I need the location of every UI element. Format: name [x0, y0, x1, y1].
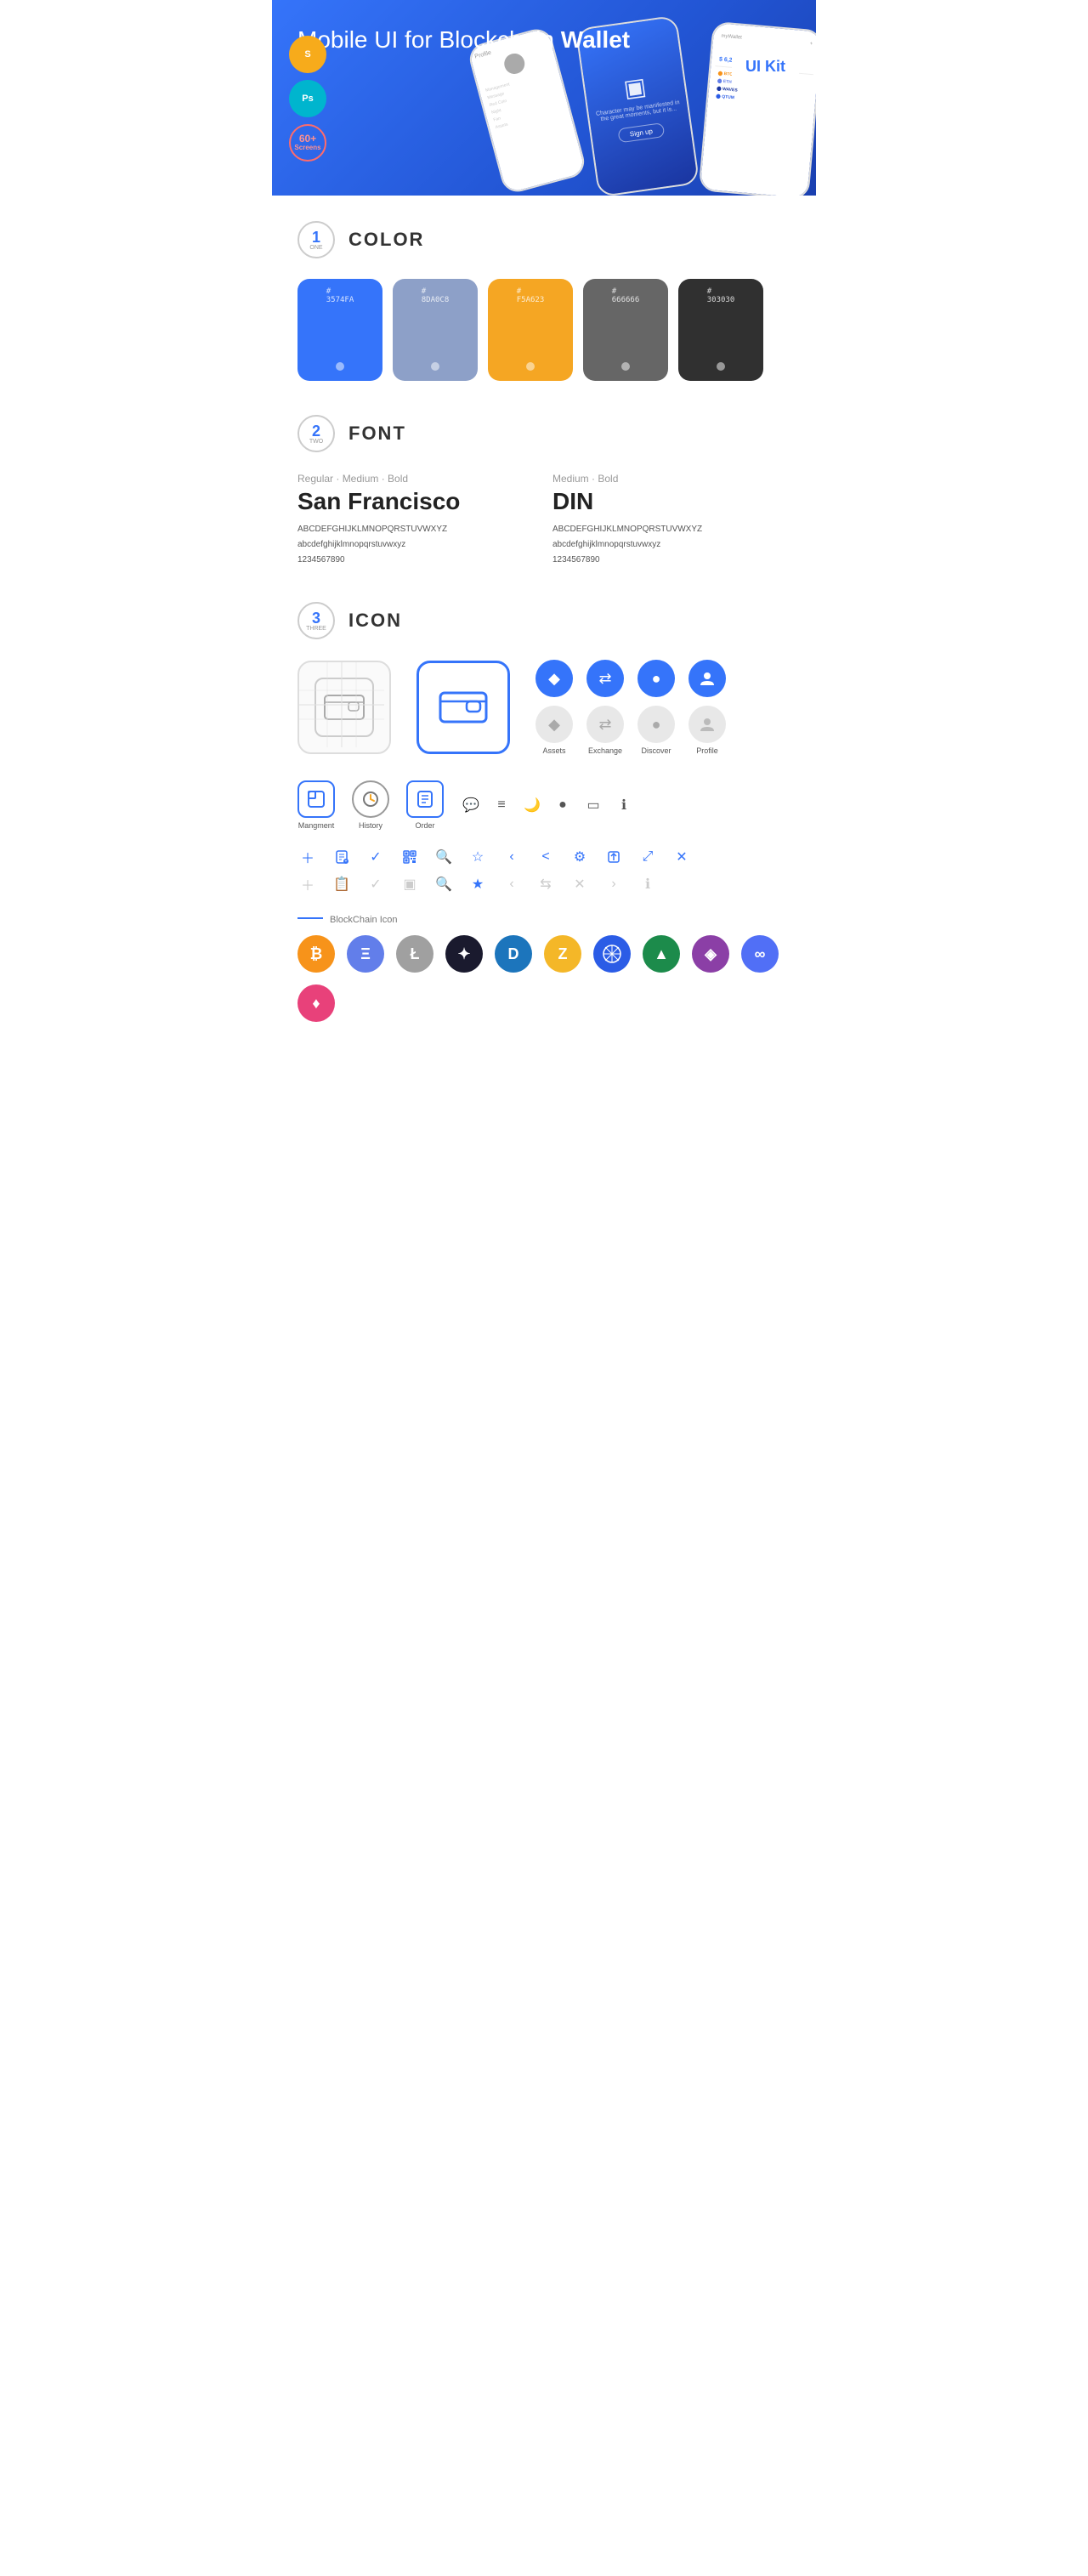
- divider-line: [298, 917, 323, 919]
- misc-icons: 💬 ≡ 🌙 ● ▭ ℹ: [461, 795, 634, 815]
- search-icon: 🔍: [434, 847, 454, 867]
- exchange-nav-item: ⇄ ⇄ Exchange: [586, 660, 624, 755]
- dark-coin-icon: ✦: [445, 935, 483, 973]
- order-icon-item: Order: [406, 780, 444, 830]
- font-grid: Regular · Medium · Bold San Francisco AB…: [298, 473, 790, 568]
- qr-icon-gray: ▣: [400, 874, 420, 894]
- svg-text:+: +: [345, 860, 348, 865]
- moon-icon: 🌙: [522, 795, 542, 815]
- circle-icon: ●: [552, 795, 573, 815]
- color-title: COLOR: [348, 229, 424, 251]
- close-icon: ✕: [672, 847, 692, 867]
- color-section-header: 1 ONE COLOR: [298, 221, 790, 258]
- band-icon: ∞: [741, 935, 779, 973]
- chat-icon: 💬: [461, 795, 481, 815]
- star-icon-active: ★: [468, 874, 488, 894]
- history-icon-item: History: [352, 780, 389, 830]
- plus-icon-gray: ＋: [298, 874, 318, 894]
- management-icon-item: Mangment: [298, 780, 335, 830]
- ps-badge: Ps: [289, 80, 326, 117]
- swatch-gray: #666666: [583, 279, 668, 381]
- font-section-header: 2 TWO FONT: [298, 415, 790, 452]
- info-icon-gray: ℹ: [638, 874, 658, 894]
- check-icon: ✓: [366, 847, 386, 867]
- back-icon: ‹: [502, 847, 522, 867]
- back-icon-gray: ‹: [502, 874, 522, 894]
- qtum-icon: [593, 935, 631, 973]
- search-icon-gray: 🔍: [434, 874, 454, 894]
- swatch-slate: #8DA0C8: [393, 279, 478, 381]
- bottom-nav-icons: Mangment History: [298, 780, 790, 830]
- wallet-icon: ▣: [621, 71, 648, 102]
- settings-icon: ⚙: [570, 847, 590, 867]
- swatch-blue: #3574FA: [298, 279, 382, 381]
- crypto-icons-row: ₿ Ξ Ł ✦ D Z ▲ ◈: [298, 935, 790, 1022]
- stack-icon: ≡: [491, 795, 512, 815]
- icon-showcase: ◆ ◆ Assets ⇄ ⇄ Exchange ● ● Discover: [298, 660, 790, 755]
- profile-nav-item: Profile: [688, 660, 726, 755]
- speech-icon: ▭: [583, 795, 604, 815]
- blockchain-label: BlockChain Icon: [298, 915, 790, 925]
- swatch-orange: #F5A623: [488, 279, 573, 381]
- sketch-badge: S: [289, 36, 326, 73]
- discover-nav-item: ● ● Discover: [638, 660, 675, 755]
- hero-title-normal: Mobile UI for Blockchain: [298, 26, 561, 53]
- icon-title: ICON: [348, 610, 402, 632]
- font-din: Medium · Bold DIN ABCDEFGHIJKLMNOPQRSTUV…: [552, 473, 790, 568]
- icon-section-header: 3 THREE ICON: [298, 602, 790, 639]
- share-icon: <: [536, 847, 556, 867]
- crystal-icon: ◈: [692, 935, 729, 973]
- forward-icon-gray: ›: [604, 874, 624, 894]
- utility-icons-row-1: ＋ + ✓: [298, 847, 790, 867]
- zcash-icon: Z: [544, 935, 581, 973]
- qr-icon: [400, 847, 420, 867]
- assets-nav-item: ◆ ◆ Assets: [536, 660, 573, 755]
- color-swatches: #3574FA #8DA0C8 #F5A623 #666666 #303030: [298, 279, 790, 381]
- star-icon: ☆: [468, 847, 488, 867]
- section-num-1: 1 ONE: [298, 221, 335, 258]
- main-content: 1 ONE COLOR #3574FA #8DA0C8 #F5A623 #666…: [272, 196, 816, 1073]
- screens-badge: 60+ Screens: [289, 124, 326, 162]
- font-section: 2 TWO FONT Regular · Medium · Bold San F…: [298, 415, 790, 568]
- check-icon-gray: ✓: [366, 874, 386, 894]
- info-icon: ℹ: [614, 795, 634, 815]
- hero-title: Mobile UI for Blockchain Wallet: [298, 26, 790, 54]
- dash-icon: D: [495, 935, 532, 973]
- hero-section: Mobile UI for Blockchain Wallet UI Kit S…: [272, 0, 816, 196]
- utility-icons-row-2: ＋ 📋 ✓ ▣ 🔍 ★ ‹ ⇆ ✕ › ℹ: [298, 874, 790, 894]
- resize-icon: ⤢: [638, 847, 658, 867]
- close-icon-gray: ✕: [570, 874, 590, 894]
- history-icon: [352, 780, 389, 818]
- font-title: FONT: [348, 423, 406, 445]
- nav-icons-group: ◆ ◆ Assets ⇄ ⇄ Exchange ● ● Discover: [536, 660, 726, 755]
- note-icon: +: [332, 847, 352, 867]
- ui-kit-badge: UI Kit: [732, 51, 799, 82]
- bitcoin-icon: ₿: [298, 935, 335, 973]
- hero-title-bold: Wallet: [561, 26, 630, 53]
- ethereum-icon: Ξ: [347, 935, 384, 973]
- litecoin-icon: Ł: [396, 935, 434, 973]
- section-num-3: 3 THREE: [298, 602, 335, 639]
- wallet-wireframe-icon: [298, 661, 391, 754]
- uni-icon: ♦: [298, 984, 335, 1022]
- upload-icon: [604, 847, 624, 867]
- management-icon: [298, 780, 335, 818]
- ardor-icon: ▲: [643, 935, 680, 973]
- hero-badges: S Ps 60+ Screens: [289, 36, 326, 162]
- color-section: 1 ONE COLOR #3574FA #8DA0C8 #F5A623 #666…: [298, 221, 790, 381]
- swatch-dark: #303030: [678, 279, 763, 381]
- order-icon: [406, 780, 444, 818]
- icon-section: 3 THREE ICON: [298, 602, 790, 1022]
- font-sf: Regular · Medium · Bold San Francisco AB…: [298, 473, 536, 568]
- plus-icon: ＋: [298, 847, 318, 867]
- section-num-2: 2 TWO: [298, 415, 335, 452]
- note-icon-gray: 📋: [332, 874, 352, 894]
- wallet-blue-icon: [416, 661, 510, 754]
- arrows-icon-gray: ⇆: [536, 874, 556, 894]
